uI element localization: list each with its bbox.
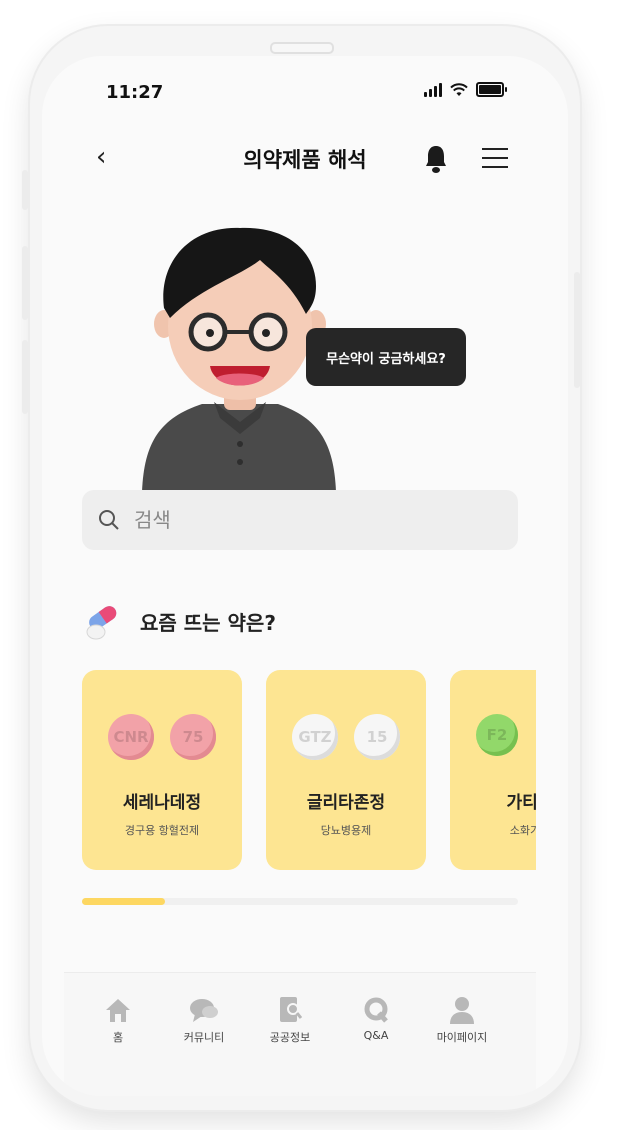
wifi-icon bbox=[450, 82, 468, 96]
drug-card[interactable]: F2 가티딘 소화기관 bbox=[450, 670, 536, 870]
person-icon bbox=[450, 997, 474, 1024]
drug-desc: 당뇨병용제 bbox=[320, 824, 372, 837]
search-input[interactable] bbox=[132, 507, 496, 533]
signal-icon bbox=[424, 82, 442, 97]
battery-icon bbox=[476, 82, 507, 97]
drug-desc: 경구용 항혈전제 bbox=[124, 824, 200, 837]
pill-images: GTZ 15 bbox=[266, 714, 426, 762]
pill-image: F2 bbox=[476, 714, 518, 756]
bell-icon[interactable] bbox=[425, 144, 447, 174]
pill-image: 75 bbox=[170, 714, 216, 760]
drug-carousel[interactable]: CNR 75 세레나데정 경구용 항혈전제 GTZ 15 글리타존정 당뇨병용제 bbox=[82, 670, 536, 870]
side-button bbox=[22, 170, 28, 210]
drug-name: 글리타존정 bbox=[306, 793, 386, 813]
nav-label: 마이페이지 bbox=[436, 1031, 488, 1044]
speech-bubble: 무슨약이 궁금하세요? bbox=[306, 328, 466, 386]
chat-icon bbox=[190, 999, 218, 1022]
app-screen: 11:27 ‹ 의약제품 해석 무슨약이 궁금하세요? 검색 요즘 뜨는 약은?… bbox=[42, 56, 568, 1096]
drug-desc: 소화기관 bbox=[509, 824, 536, 837]
nav-qa[interactable]: Q&A bbox=[336, 995, 416, 1042]
pill-images: CNR 75 bbox=[82, 714, 242, 762]
drug-name: 가티딘 bbox=[506, 793, 536, 813]
menu-icon[interactable] bbox=[482, 148, 508, 175]
side-button bbox=[22, 246, 28, 320]
pill-image: 15 bbox=[354, 714, 400, 760]
drug-card[interactable]: GTZ 15 글리타존정 당뇨병용제 bbox=[266, 670, 426, 870]
pills-icon bbox=[86, 606, 117, 640]
carousel-progress-fill bbox=[82, 898, 165, 905]
status-time: 11:27 bbox=[106, 82, 164, 103]
pill-image: CNR bbox=[108, 714, 154, 760]
nav-home[interactable]: 홈 bbox=[78, 995, 158, 1045]
pill-image: GTZ bbox=[292, 714, 338, 760]
nav-mypage[interactable]: 마이페이지 bbox=[422, 995, 502, 1045]
status-icons bbox=[424, 82, 507, 97]
nav-label: 홈 bbox=[112, 1031, 124, 1044]
drug-card[interactable]: CNR 75 세레나데정 경구용 항혈전제 bbox=[82, 670, 242, 870]
drug-name: 세레나데정 bbox=[122, 793, 202, 813]
side-button bbox=[22, 340, 28, 414]
pill-images: F2 bbox=[450, 714, 536, 762]
nav-label: Q&A bbox=[363, 1029, 389, 1042]
nav-label: 공공정보 bbox=[269, 1031, 311, 1044]
search-icon bbox=[99, 510, 119, 530]
side-button bbox=[574, 272, 580, 388]
document-search-icon bbox=[280, 997, 303, 1022]
speaker-notch bbox=[270, 42, 334, 54]
section-title: 요즘 뜨는 약은? bbox=[140, 610, 276, 635]
search-bar[interactable] bbox=[82, 490, 518, 550]
qa-icon bbox=[364, 997, 388, 1023]
home-icon bbox=[106, 999, 130, 1022]
trending-header: 요즘 뜨는 약은? bbox=[82, 600, 276, 642]
nav-public-info[interactable]: 공공정보 bbox=[250, 995, 330, 1045]
nav-label: 커뮤니티 bbox=[183, 1031, 225, 1044]
nav-community[interactable]: 커뮤니티 bbox=[164, 995, 244, 1045]
bottom-nav: 홈 커뮤니티 공공정보 Q&A 마이페이지 bbox=[64, 972, 536, 1096]
carousel-progress bbox=[82, 898, 518, 905]
